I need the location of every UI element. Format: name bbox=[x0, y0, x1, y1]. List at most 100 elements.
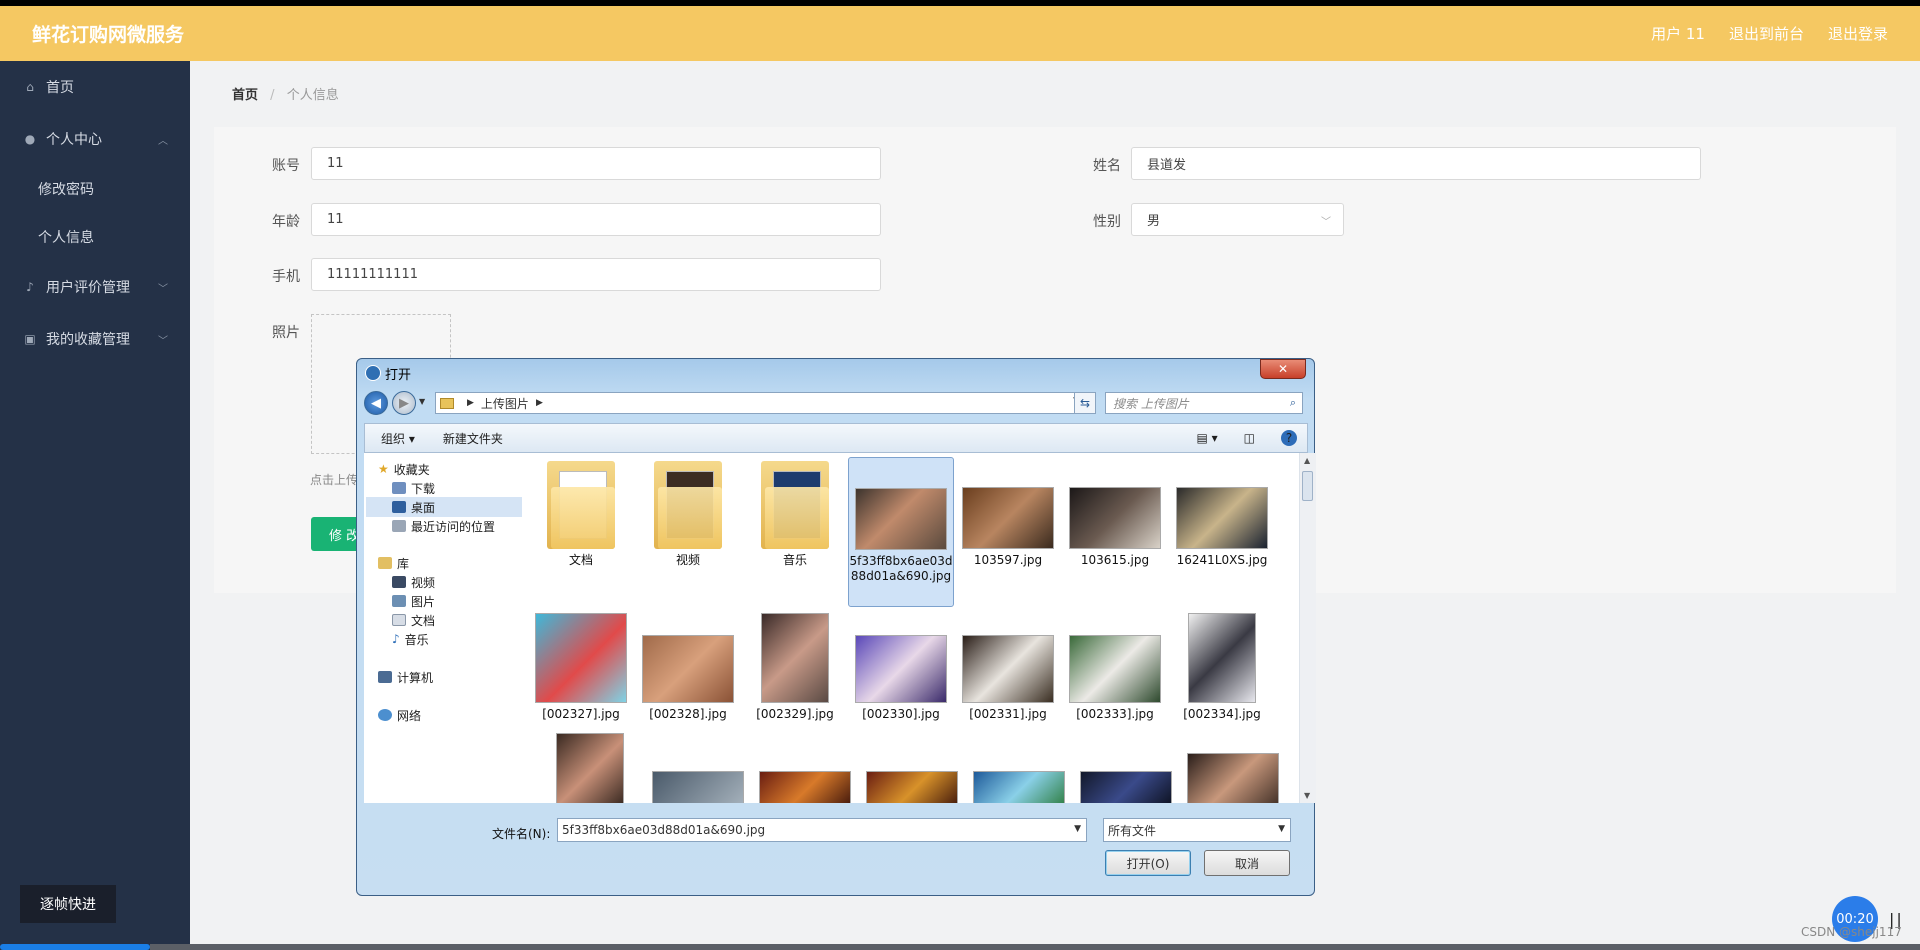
logout-link[interactable]: 退出登录 bbox=[1828, 23, 1888, 44]
watermark: CSDN @shejj117 bbox=[1801, 925, 1902, 939]
organize-button[interactable]: 组织 ▾ bbox=[381, 430, 415, 447]
dropdown-arrow-icon[interactable]: ▼ bbox=[1074, 824, 1081, 834]
new-folder-button[interactable]: 新建文件夹 bbox=[443, 430, 503, 447]
search-input[interactable]: 搜索 上传图片 ⌕ bbox=[1105, 392, 1303, 414]
folder-icon bbox=[654, 461, 722, 549]
file-item[interactable]: [002331].jpg bbox=[955, 635, 1061, 722]
history-dropdown-icon[interactable]: ▼ bbox=[419, 397, 425, 406]
user-link[interactable]: 用户 11 bbox=[1651, 23, 1705, 44]
address-bar[interactable]: ▶ 上传图片 ▶ ▼ bbox=[435, 392, 1085, 414]
image-thumbnail[interactable] bbox=[652, 771, 744, 803]
file-item[interactable]: 16241L0XS.jpg bbox=[1169, 487, 1275, 568]
nav-videos[interactable]: 视频 bbox=[392, 572, 435, 592]
file-item[interactable]: [002330].jpg bbox=[848, 635, 954, 722]
playback-track[interactable] bbox=[150, 944, 1920, 950]
nav-documents[interactable]: 文档 bbox=[392, 610, 435, 630]
sidebar-item-personal-center[interactable]: ● 个人中心 ︿ bbox=[0, 113, 190, 165]
sidebar-subitem-change-password[interactable]: 修改密码 bbox=[0, 165, 190, 213]
nav-library[interactable]: 库 bbox=[378, 553, 409, 573]
nav-computer[interactable]: 计算机 bbox=[378, 667, 433, 687]
nav-label: 收藏夹 bbox=[393, 462, 430, 477]
folder-icon bbox=[547, 461, 615, 549]
image-thumbnail[interactable] bbox=[556, 733, 624, 803]
help-icon[interactable]: ? bbox=[1281, 430, 1297, 446]
file-item[interactable]: [002327].jpg bbox=[528, 613, 634, 722]
file-item-selected[interactable]: 5f33ff8bx6ae03d88d01a&690.jpg bbox=[848, 457, 954, 607]
image-thumbnail bbox=[1188, 613, 1256, 703]
document-library-icon bbox=[392, 614, 406, 626]
forward-arrow-icon[interactable]: ▶ bbox=[392, 391, 416, 415]
photo-label: 照片 bbox=[272, 325, 300, 341]
home-icon: ⌂ bbox=[26, 80, 34, 94]
folder-item-music[interactable]: 音乐 bbox=[742, 461, 848, 568]
file-item[interactable]: [002333].jpg bbox=[1062, 635, 1168, 722]
nav-label: 桌面 bbox=[411, 500, 436, 515]
folder-item-documents[interactable]: 文档 bbox=[528, 461, 634, 568]
image-thumbnail bbox=[962, 635, 1054, 703]
playback-progress[interactable] bbox=[0, 944, 150, 950]
gender-select-value: 男 bbox=[1147, 214, 1161, 229]
nav-label: 下载 bbox=[411, 481, 436, 496]
file-item[interactable]: [002334].jpg bbox=[1169, 613, 1275, 722]
image-thumbnail bbox=[1069, 487, 1161, 549]
sidebar-item-label: 个人中心 bbox=[46, 132, 102, 148]
collection-icon: ▣ bbox=[24, 332, 36, 346]
age-input[interactable]: 11 bbox=[311, 203, 881, 236]
file-name: 音乐 bbox=[782, 553, 807, 567]
frame-forward-button[interactable]: 逐帧快进 bbox=[20, 885, 116, 923]
file-item[interactable]: 103597.jpg bbox=[955, 487, 1061, 568]
nav-pictures[interactable]: 图片 bbox=[392, 591, 435, 611]
image-thumbnail[interactable] bbox=[973, 771, 1065, 803]
image-thumbnail[interactable] bbox=[1187, 753, 1279, 803]
scrollbar-thumb[interactable] bbox=[1302, 471, 1313, 501]
sidebar-subitem-personal-info[interactable]: 个人信息 bbox=[0, 213, 190, 261]
folder-item-videos[interactable]: 视频 bbox=[635, 461, 741, 568]
refresh-icon[interactable]: ⇆ bbox=[1074, 392, 1096, 414]
cancel-button[interactable]: 取消 bbox=[1204, 850, 1290, 876]
phone-input[interactable]: 11111111111 bbox=[311, 258, 881, 291]
image-thumbnail bbox=[761, 613, 829, 703]
file-name: [002333].jpg bbox=[1076, 707, 1154, 721]
nav-label: 图片 bbox=[411, 594, 436, 609]
file-item[interactable]: [002328].jpg bbox=[635, 635, 741, 722]
search-icon[interactable]: ⌕ bbox=[1290, 396, 1296, 410]
nav-label: 音乐 bbox=[404, 632, 429, 647]
nav-label: 最近访问的位置 bbox=[411, 519, 496, 534]
file-item[interactable]: [002329].jpg bbox=[742, 613, 848, 722]
library-icon bbox=[378, 557, 392, 569]
sidebar-item-label: 用户评价管理 bbox=[46, 280, 130, 296]
nav-downloads[interactable]: 下载 bbox=[392, 478, 435, 498]
sidebar-item-label: 我的收藏管理 bbox=[46, 332, 130, 348]
view-options-icon[interactable]: ▤ ▾ bbox=[1196, 431, 1217, 445]
nav-recent-places[interactable]: 最近访问的位置 bbox=[392, 516, 495, 536]
vertical-scrollbar[interactable]: ▲ ▼ bbox=[1299, 453, 1316, 803]
nav-music[interactable]: ♪ 音乐 bbox=[392, 629, 429, 649]
exit-to-frontend-link[interactable]: 退出到前台 bbox=[1729, 23, 1804, 44]
file-item[interactable]: 103615.jpg bbox=[1062, 487, 1168, 568]
image-thumbnail bbox=[1176, 487, 1268, 549]
sidebar-item-review-management[interactable]: ♪ 用户评价管理 ﹀ bbox=[0, 261, 190, 313]
filetype-value: 所有文件 bbox=[1108, 823, 1157, 838]
scroll-up-icon[interactable]: ▲ bbox=[1304, 456, 1310, 465]
back-arrow-icon[interactable]: ◀ bbox=[364, 391, 388, 415]
nav-favorites[interactable]: ★ 收藏夹 bbox=[378, 459, 430, 479]
dropdown-arrow-icon[interactable]: ▼ bbox=[1278, 824, 1285, 834]
breadcrumb-home[interactable]: 首页 bbox=[232, 88, 258, 103]
preview-pane-icon[interactable]: ◫ bbox=[1244, 431, 1255, 445]
name-input[interactable]: 县道发 bbox=[1131, 147, 1701, 180]
sidebar-item-home[interactable]: ⌂ 首页 bbox=[0, 61, 190, 113]
filetype-select[interactable]: 所有文件 ▼ bbox=[1103, 818, 1291, 842]
address-segment[interactable]: 上传图片 bbox=[481, 395, 529, 412]
filename-input[interactable]: 5f33ff8bx6ae03d88d01a&690.jpg ▼ bbox=[557, 818, 1087, 842]
nav-desktop[interactable]: 桌面 bbox=[366, 497, 522, 517]
image-thumbnail[interactable] bbox=[1080, 771, 1172, 803]
sidebar-item-favorites-management[interactable]: ▣ 我的收藏管理 ﹀ bbox=[0, 313, 190, 365]
image-thumbnail[interactable] bbox=[759, 771, 851, 803]
gender-select[interactable]: 男 ﹀ bbox=[1131, 203, 1344, 236]
nav-network[interactable]: 网络 bbox=[378, 705, 421, 725]
open-button[interactable]: 打开(O) bbox=[1105, 850, 1191, 876]
scroll-down-icon[interactable]: ▼ bbox=[1304, 791, 1310, 800]
image-thumbnail[interactable] bbox=[866, 771, 958, 803]
close-button[interactable]: ✕ bbox=[1260, 359, 1306, 379]
account-input[interactable]: 11 bbox=[311, 147, 881, 180]
